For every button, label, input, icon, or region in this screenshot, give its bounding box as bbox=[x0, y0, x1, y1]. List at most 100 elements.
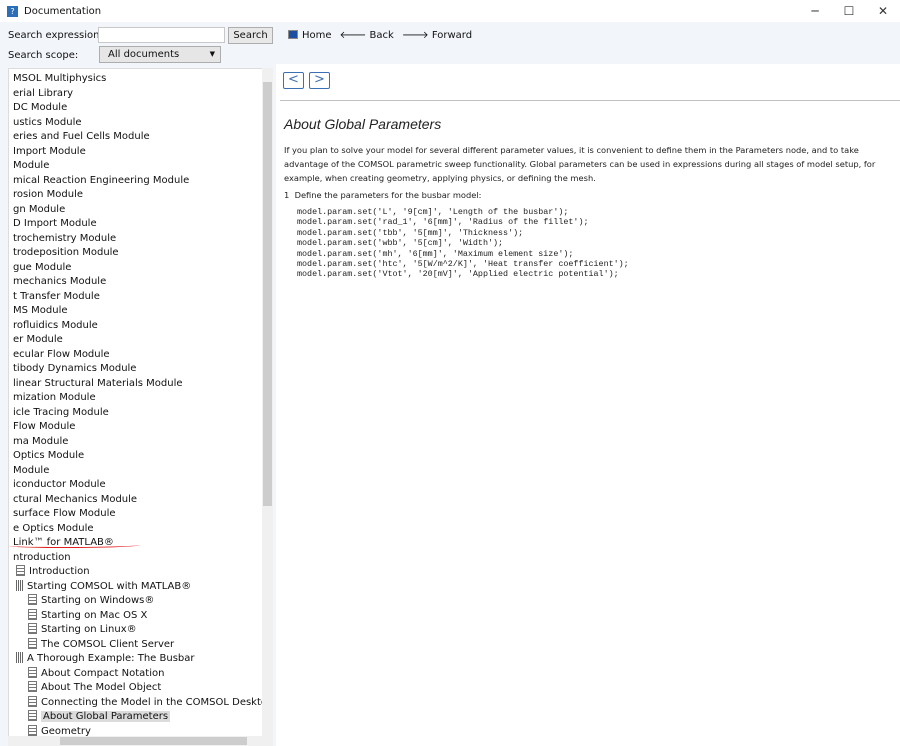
tree-item[interactable]: Introduction bbox=[16, 565, 90, 579]
tree-item[interactable]: DC Module bbox=[13, 101, 67, 115]
tree-item[interactable]: A Thorough Example: The Busbar bbox=[16, 652, 195, 666]
tree-item-label: icle Tracing Module bbox=[13, 406, 109, 418]
tree-item[interactable]: About The Model Object bbox=[28, 681, 161, 695]
tree-horizontal-scrollbar[interactable] bbox=[8, 736, 273, 746]
tree-item[interactable]: e Optics Module bbox=[13, 522, 94, 536]
chevron-down-icon: ▼ bbox=[209, 50, 215, 58]
intro-paragraph: If you plan to solve your model for seve… bbox=[284, 145, 876, 183]
tree-item-label: e Optics Module bbox=[13, 522, 94, 534]
tree-item-label: gn Module bbox=[13, 203, 66, 215]
next-page-button[interactable]: > bbox=[309, 72, 330, 89]
tree-item[interactable]: ntroduction bbox=[13, 551, 71, 565]
tree-vertical-scrollbar[interactable] bbox=[262, 68, 273, 736]
documentation-tree[interactable]: MSOL Multiphysics erial Library DC Module u… bbox=[8, 68, 273, 746]
tree-item[interactable]: gue Module bbox=[13, 261, 71, 275]
tree-item[interactable]: linear Structural Materials Module bbox=[13, 377, 183, 391]
tree-item[interactable]: t Transfer Module bbox=[13, 290, 100, 304]
tree-item[interactable]: D Import Module bbox=[13, 217, 97, 231]
tree-item[interactable]: gn Module bbox=[13, 203, 65, 217]
tree-item-label: Module bbox=[13, 464, 50, 476]
tree-item-label: A Thorough Example: The Busbar bbox=[27, 653, 195, 664]
tree-item[interactable]: Starting COMSOL with MATLAB® bbox=[16, 579, 191, 594]
tree-item[interactable]: surface Flow Module bbox=[13, 507, 116, 521]
tree-item[interactable]: mical Reaction Engineering Module bbox=[13, 174, 189, 188]
tree-item[interactable]: MSOL Multiphysics bbox=[13, 72, 106, 86]
tree-item-label: Geometry bbox=[41, 725, 91, 737]
tree-item[interactable]: The COMSOL Client Server bbox=[28, 637, 175, 652]
tree-item-label: er Module bbox=[13, 334, 63, 345]
tree-item-label: The COMSOL Client Server bbox=[41, 638, 175, 650]
step-text: Define the parameters for the busbar mod… bbox=[294, 190, 482, 200]
scrollbar-thumb[interactable] bbox=[263, 82, 272, 506]
home-icon bbox=[288, 29, 298, 39]
tree-item-label: MS Module bbox=[13, 305, 68, 316]
document-icon bbox=[16, 565, 25, 576]
previous-page-button[interactable]: < bbox=[283, 72, 304, 89]
document-icon bbox=[28, 666, 37, 678]
tree-item[interactable]: Module bbox=[13, 464, 49, 478]
document-icon bbox=[28, 594, 37, 605]
step-number: 1 bbox=[284, 190, 290, 200]
tree-item[interactable]: er Module bbox=[13, 333, 63, 347]
back-button[interactable]: 🡐 Back bbox=[340, 29, 394, 41]
tree-item[interactable]: rofluidics Module bbox=[13, 319, 98, 333]
tree-item[interactable]: Flow Module bbox=[13, 420, 75, 434]
tree-item-label: ctural Mechanics Module bbox=[13, 493, 138, 505]
tree-item-label: erial Library bbox=[13, 87, 74, 99]
tree-item[interactable]: tibody Dynamics Module bbox=[13, 362, 136, 376]
search-scope-select[interactable]: All documents ▼ bbox=[99, 46, 221, 63]
search-input[interactable] bbox=[98, 27, 225, 43]
home-label: Home bbox=[302, 29, 332, 41]
tree-item-label: Introduction bbox=[29, 566, 90, 577]
tree-item-label: iconductor Module bbox=[13, 479, 106, 490]
document-icon bbox=[28, 623, 37, 634]
tree-item[interactable]: ctural Mechanics Module bbox=[13, 493, 137, 507]
tree-item[interactable]: ma Module bbox=[13, 435, 68, 449]
tree-item-label: About Global Parameters bbox=[41, 711, 171, 722]
minimize-button[interactable]: ─ bbox=[798, 0, 832, 22]
tree-item-label: MSOL Multiphysics bbox=[13, 73, 107, 84]
maximize-button[interactable]: ☐ bbox=[832, 0, 866, 22]
document-icon bbox=[28, 637, 37, 649]
document-icon bbox=[28, 724, 37, 736]
tree-item[interactable]: Connecting the Model in the COMSOL Deskt… bbox=[28, 695, 273, 710]
forward-label: Forward bbox=[431, 30, 473, 41]
tree-item[interactable]: ustics Module bbox=[13, 116, 82, 130]
document-icon bbox=[28, 681, 37, 692]
book-icon bbox=[16, 579, 24, 591]
forward-button[interactable]: 🡒 Forward bbox=[402, 29, 472, 41]
tree-item[interactable]: Module bbox=[13, 159, 49, 173]
tree-item[interactable]: rosion Module bbox=[13, 188, 83, 202]
tree-item[interactable]: trochemistry Module bbox=[13, 232, 116, 246]
arrow-left-icon: 🡐 bbox=[339, 30, 367, 41]
tree-item[interactable]: icle Tracing Module bbox=[13, 406, 109, 420]
tree-item-label: t Transfer Module bbox=[13, 290, 100, 302]
tree-item[interactable]: iconductor Module bbox=[13, 478, 106, 492]
tree-item[interactable]: erial Library bbox=[13, 87, 73, 101]
tree-item[interactable]: trodeposition Module bbox=[13, 246, 119, 260]
tree-item[interactable]: Starting on Windows® bbox=[28, 594, 154, 608]
tree-item[interactable]: Starting on Linux® bbox=[28, 623, 137, 637]
tree-item[interactable]: Import Module bbox=[13, 145, 86, 159]
tree-item[interactable]: Optics Module bbox=[13, 449, 84, 463]
tree-item[interactable]: About Global Parameters bbox=[28, 710, 171, 724]
tree-item-label: trochemistry Module bbox=[13, 232, 117, 244]
back-label: Back bbox=[369, 30, 394, 41]
tree-item[interactable]: ecular Flow Module bbox=[13, 348, 110, 362]
tree-item[interactable]: eries and Fuel Cells Module bbox=[13, 130, 150, 144]
tree-item-label: Connecting the Model in the COMSOL Deskt… bbox=[41, 696, 273, 708]
tree-item[interactable]: Starting on Mac OS X bbox=[28, 608, 147, 623]
tree-item-label: tibody Dynamics Module bbox=[13, 363, 137, 374]
search-button[interactable]: Search bbox=[228, 27, 273, 44]
tree-item-label: gue Module bbox=[13, 261, 72, 273]
tree-item[interactable]: MS Module bbox=[13, 304, 68, 318]
tree-item[interactable]: mechanics Module bbox=[13, 275, 106, 289]
tree-item[interactable]: About Compact Notation bbox=[28, 666, 164, 681]
scrollbar-thumb[interactable] bbox=[60, 737, 247, 745]
close-button[interactable]: ✕ bbox=[866, 0, 900, 22]
tree-item[interactable]: mization Module bbox=[13, 391, 96, 405]
tree-item-label: rofluidics Module bbox=[13, 319, 98, 331]
home-button[interactable]: Home bbox=[288, 29, 332, 41]
tree-item-label: eries and Fuel Cells Module bbox=[13, 131, 150, 142]
title-bar: ? Documentation ─ ☐ ✕ bbox=[0, 0, 900, 22]
